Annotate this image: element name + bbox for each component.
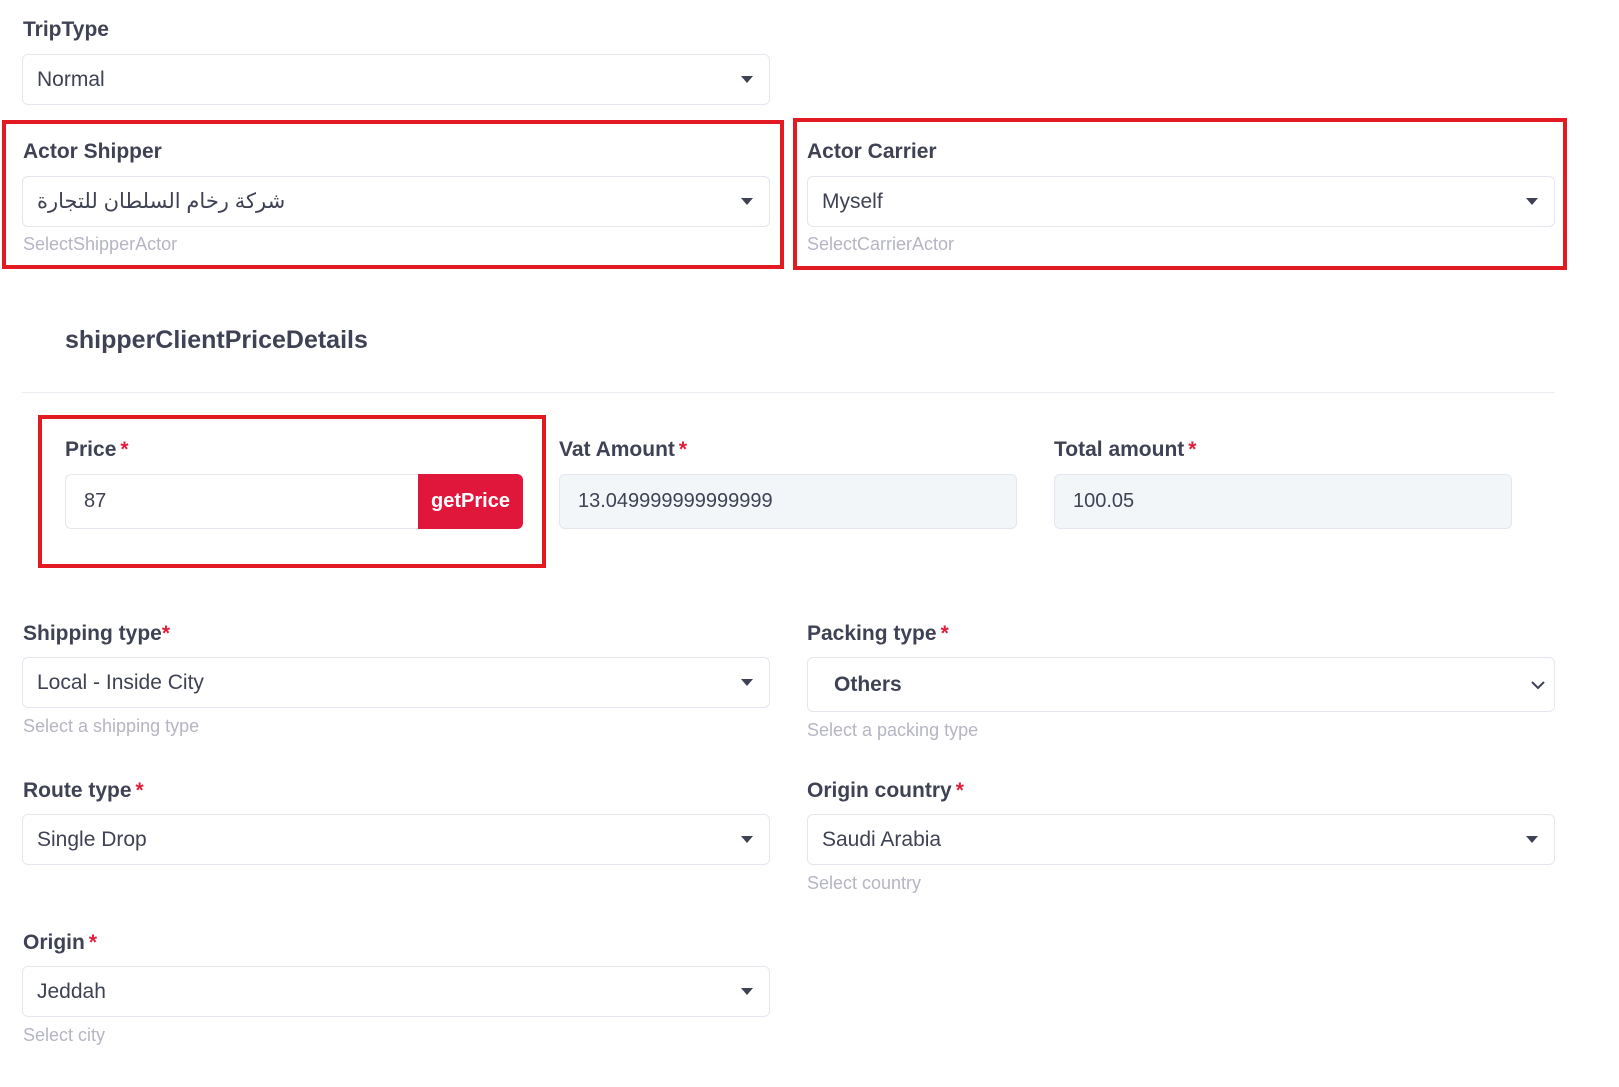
required-mark: *: [161, 622, 171, 645]
caret-down-icon: [741, 679, 753, 686]
origin-select[interactable]: Jeddah: [22, 966, 770, 1017]
route-type-select[interactable]: Single Drop: [22, 814, 770, 865]
packing-type-help: Select a packing type: [807, 720, 979, 740]
trip-type-select[interactable]: Normal: [22, 54, 770, 105]
caret-down-icon: [1526, 198, 1538, 205]
shipping-type-help: Select a shipping type: [23, 716, 200, 736]
packing-type-label-text: Packing type: [807, 622, 937, 645]
chevron-down-icon: [1531, 680, 1545, 689]
actor-shipper-select[interactable]: شركة رخام السلطان للتجارة: [22, 176, 770, 227]
trip-type-value: Normal: [37, 67, 105, 91]
origin-value: Jeddah: [37, 979, 106, 1003]
vat-amount-input[interactable]: 13.049999999999999: [559, 474, 1017, 529]
route-type-label-text: Route type: [23, 779, 132, 802]
origin-label-text: Origin: [23, 931, 85, 954]
packing-type-label: Packing type *: [807, 622, 949, 646]
section-divider: [22, 392, 1555, 393]
total-amount-label-text: Total amount: [1054, 438, 1185, 461]
required-mark: *: [1188, 438, 1197, 461]
price-label: Price *: [65, 438, 129, 462]
get-price-button[interactable]: getPrice: [418, 474, 523, 529]
actor-shipper-help: SelectShipperActor: [23, 234, 178, 254]
route-type-label: Route type *: [23, 779, 144, 803]
required-mark: *: [940, 622, 949, 645]
origin-country-select[interactable]: Saudi Arabia: [807, 814, 1555, 865]
total-amount-label: Total amount *: [1054, 438, 1196, 462]
route-type-value: Single Drop: [37, 827, 147, 851]
total-amount-input[interactable]: 100.05: [1054, 474, 1512, 529]
vat-amount-value: 13.049999999999999: [578, 490, 773, 512]
caret-down-icon: [741, 198, 753, 205]
required-mark: *: [135, 779, 144, 802]
actor-carrier-select[interactable]: Myself: [807, 176, 1555, 227]
actor-carrier-help: SelectCarrierActor: [807, 234, 955, 254]
packing-type-select[interactable]: Others: [807, 657, 1555, 712]
price-value: 87: [84, 490, 107, 512]
origin-label: Origin *: [23, 931, 97, 955]
actor-shipper-label: Actor Shipper: [23, 140, 162, 163]
caret-down-icon: [1526, 836, 1538, 843]
caret-down-icon: [741, 836, 753, 843]
section-title: shipperClientPriceDetails: [65, 326, 368, 354]
shipping-type-select[interactable]: Local - Inside City: [22, 657, 770, 708]
caret-down-icon: [741, 76, 753, 83]
required-mark: *: [88, 931, 98, 954]
price-label-text: Price: [65, 438, 117, 461]
caret-down-icon: [741, 988, 753, 995]
origin-country-label-text: Origin country: [807, 779, 952, 802]
origin-help: Select city: [23, 1025, 106, 1045]
shipping-type-value: Local - Inside City: [37, 670, 204, 694]
trip-type-label: TripType: [23, 18, 109, 41]
origin-country-help: Select country: [807, 873, 922, 893]
origin-country-value: Saudi Arabia: [822, 827, 942, 851]
price-input[interactable]: 87: [65, 474, 425, 529]
shipping-type-label-text: Shipping type: [23, 622, 162, 645]
actor-carrier-label: Actor Carrier: [807, 140, 937, 163]
required-mark: *: [678, 438, 688, 461]
vat-amount-label: Vat Amount *: [559, 438, 687, 462]
required-mark: *: [955, 779, 964, 802]
actor-shipper-value: شركة رخام السلطان للتجارة: [37, 190, 286, 213]
required-mark: *: [120, 438, 129, 461]
actor-carrier-value: Myself: [822, 189, 883, 213]
shipping-type-label: Shipping type*: [23, 622, 170, 646]
packing-type-value: Others: [834, 672, 902, 696]
vat-amount-label-text: Vat Amount: [559, 438, 675, 461]
origin-country-label: Origin country *: [807, 779, 964, 803]
total-amount-value: 100.05: [1073, 490, 1135, 512]
